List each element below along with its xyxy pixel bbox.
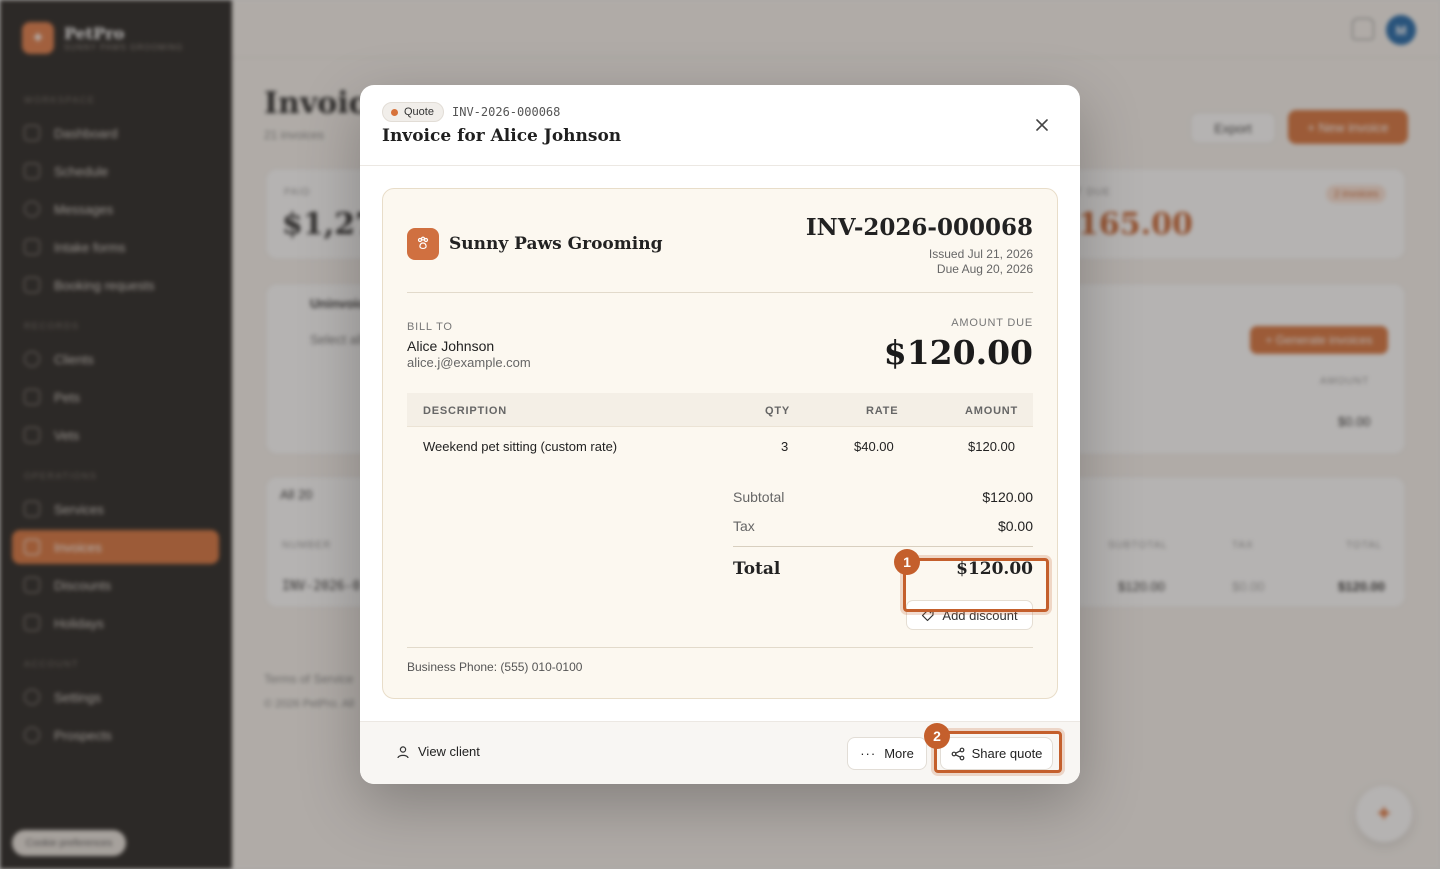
amount-header: AMOUNT: [965, 405, 1019, 417]
business-phone: Business Phone: (555) 010-0100: [407, 660, 583, 674]
paw-logo-icon: [407, 228, 439, 260]
view-client-button[interactable]: View client: [396, 744, 480, 759]
client-name: Alice Johnson: [407, 338, 495, 354]
annotation-box-1: [903, 558, 1049, 612]
item-rate: $40.00: [854, 439, 894, 454]
rate-header: RATE: [866, 405, 899, 417]
annotation-badge-1: 1: [894, 549, 920, 575]
tax-value: $0.00: [997, 518, 1033, 534]
ellipsis-icon: ···: [860, 746, 877, 761]
close-button[interactable]: [1030, 113, 1054, 137]
status-badge: Quote: [382, 102, 444, 122]
invoice-modal: Quote INV-2026-000068 Invoice for Alice …: [360, 85, 1080, 784]
due-date: Due Aug 20, 2026: [936, 262, 1033, 276]
amount-due-label: AMOUNT DUE: [951, 317, 1033, 329]
business-name: Sunny Paws Grooming: [449, 234, 663, 254]
annotation-box-2: [934, 731, 1062, 773]
close-icon: [1036, 119, 1048, 131]
document-invoice-number: INV-2026-000068: [805, 214, 1033, 241]
divider: [407, 292, 1033, 293]
amount-due-value: $120.00: [883, 333, 1033, 372]
line-items-header: DESCRIPTION QTY RATE AMOUNT: [407, 393, 1033, 427]
modal-title: Invoice for Alice Johnson: [382, 126, 622, 146]
item-qty: 3: [781, 439, 789, 454]
qty-header: QTY: [765, 405, 791, 417]
invoice-document: Sunny Paws Grooming INV-2026-000068 Issu…: [382, 188, 1058, 699]
bill-to-label: BILL TO: [407, 321, 453, 333]
user-icon: [397, 745, 409, 758]
header-invoice-number: INV-2026-000068: [452, 105, 561, 119]
footer-divider: [407, 647, 1033, 648]
more-label: More: [884, 746, 914, 761]
total-label: Total: [733, 559, 781, 579]
issued-date: Issued Jul 21, 2026: [928, 247, 1033, 261]
description-header: DESCRIPTION: [423, 405, 507, 417]
annotation-badge-2: 2: [924, 723, 950, 749]
status-label: Quote: [404, 106, 434, 118]
item-description: Weekend pet sitting (custom rate): [423, 439, 618, 454]
modal-header: Quote INV-2026-000068 Invoice for Alice …: [360, 85, 1080, 166]
subtotal-value: $120.00: [982, 489, 1033, 505]
subtotal-label: Subtotal: [733, 489, 785, 505]
item-amount: $120.00: [968, 439, 1015, 454]
client-email: alice.j@example.com: [407, 355, 531, 370]
status-dot: [391, 108, 398, 116]
tax-label: Tax: [733, 518, 755, 534]
total-divider: [733, 546, 1033, 547]
row-divider: [407, 426, 1033, 427]
view-client-label: View client: [418, 744, 480, 759]
more-button[interactable]: ··· More: [847, 737, 927, 770]
